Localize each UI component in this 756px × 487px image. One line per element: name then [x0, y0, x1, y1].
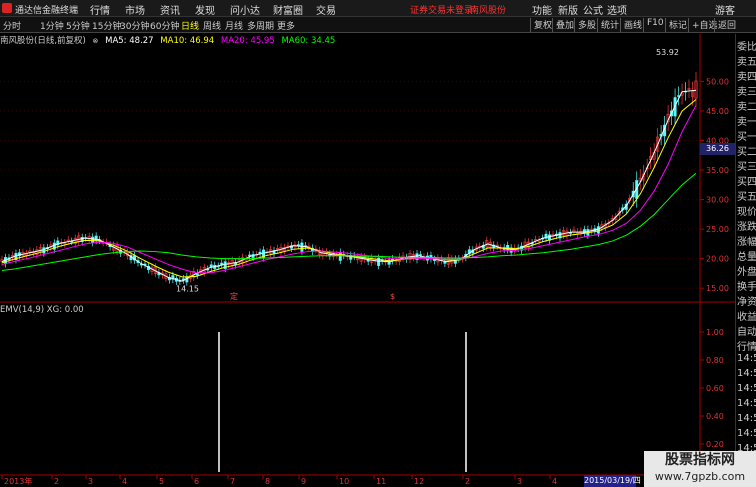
emv-label: EMV(14,9)	[0, 305, 45, 315]
x-axis-label: 7	[230, 477, 235, 486]
emv-indicator	[218, 332, 467, 472]
x-axis-label: 5	[159, 477, 164, 486]
watermark: 股票指标网 www.7gpzb.com	[644, 451, 756, 487]
stock-app-window: { "menubar": { "app_title": "通达信金融终端", "…	[0, 0, 756, 487]
ma-line-ma20	[1, 105, 697, 274]
side-panel-item: 现价	[737, 207, 756, 218]
side-panel-item: 卖三	[737, 87, 756, 98]
x-axis-label: 3	[517, 477, 522, 486]
price-axis-label: 35.00	[706, 166, 729, 175]
x-axis-label: 4	[122, 477, 127, 486]
emv-axis-label: 0.60	[706, 384, 724, 393]
side-panel-item: 自动	[737, 327, 756, 338]
x-axis-label: 3	[88, 477, 93, 486]
side-panel-item: 14:5(	[737, 353, 756, 364]
side-panel-item: 净资	[737, 297, 756, 308]
moving-average-lines	[1, 89, 697, 282]
x-axis-label: 6	[194, 477, 199, 486]
current-price-badge: 36.26	[700, 143, 735, 155]
price-axis-label: 15.00	[706, 284, 729, 293]
ma-line-ma10	[1, 99, 697, 278]
price-axis-label: 25.00	[706, 225, 729, 234]
emv-axis-label: 0.80	[706, 356, 724, 365]
emv-axis-label: 0.40	[706, 412, 724, 421]
quote-side-panel: 委比卖五卖四卖三卖二卖一买一买二买三买四买五现价涨跌涨幅总量外盘换手净资收益自动…	[735, 34, 756, 487]
side-panel-item: 买三	[737, 162, 756, 173]
high-price-label: 53.92	[656, 48, 679, 57]
side-panel-item: 买二	[737, 147, 756, 158]
side-panel-item: 涨跌	[737, 222, 756, 233]
ma-line-ma5	[1, 89, 697, 282]
watermark-url: www.7gpzb.com	[654, 470, 746, 483]
price-axis-label: 45.00	[706, 107, 729, 116]
side-panel-item: 行情	[737, 342, 756, 353]
candle-body	[418, 254, 422, 256]
side-panel-item: 收益	[737, 312, 756, 323]
x-axis-label: 4	[552, 477, 557, 486]
candle-body	[91, 236, 95, 243]
side-panel-item: 14:5(	[737, 398, 756, 409]
emv-axis-label: 0.20	[706, 440, 724, 449]
x-axis-label: 9	[301, 477, 306, 486]
marker-label: $	[390, 292, 395, 301]
side-panel-item: 买五	[737, 192, 756, 203]
side-panel-item: 卖一	[737, 117, 756, 128]
x-axis-label: 2	[465, 477, 470, 486]
date-cursor-badge: 2015/03/19/四	[584, 475, 641, 487]
x-axis-label: 2	[54, 477, 59, 486]
side-panel-item: 换手	[737, 282, 756, 293]
side-panel-item: 14:5(	[737, 413, 756, 424]
x-axis-label: 10	[339, 477, 349, 486]
emv-xg-label: XG: 0.00	[46, 305, 84, 315]
candle-body	[296, 244, 300, 246]
candle-body	[300, 242, 304, 252]
emv-axis-label: 1.00	[706, 328, 724, 337]
side-panel-item: 14:5(	[737, 383, 756, 394]
chart-axes: 50.0045.0040.0035.0030.0025.0020.0015.00…	[1, 48, 729, 486]
side-panel-item: 涨幅	[737, 237, 756, 248]
side-panel-item: 总量	[737, 252, 756, 263]
kline-chart[interactable]: 50.0045.0040.0035.0030.0025.0020.0015.00…	[0, 0, 735, 487]
side-panel-item: 14:5(	[737, 428, 756, 439]
emv-header: EMV(14,9) XG: 0.00	[0, 305, 84, 315]
price-axis-label: 20.00	[706, 255, 729, 264]
side-panel-item: 买四	[737, 177, 756, 188]
side-panel-item: 卖五	[737, 57, 756, 68]
x-axis-label: 2013年	[4, 476, 32, 486]
ma-line-ma60	[1, 172, 697, 271]
marker-label: 定	[230, 291, 238, 301]
watermark-title: 股票指标网	[665, 452, 735, 468]
side-panel-item: 外盘	[737, 267, 756, 278]
x-axis-label: 12	[414, 477, 424, 486]
price-axis-label: 30.00	[706, 196, 729, 205]
candle-body	[338, 251, 342, 261]
side-panel-item: 委比	[737, 42, 756, 53]
side-panel-item: 卖二	[737, 102, 756, 113]
x-axis-label: 8	[265, 477, 270, 486]
side-panel-item: 买一	[737, 132, 756, 143]
side-panel-item: 卖四	[737, 72, 756, 83]
side-panel-item: 14:5(	[737, 368, 756, 379]
low-price-label: 14.15	[176, 285, 199, 294]
x-axis-label: 11	[376, 477, 386, 486]
price-axis-label: 50.00	[706, 77, 729, 86]
